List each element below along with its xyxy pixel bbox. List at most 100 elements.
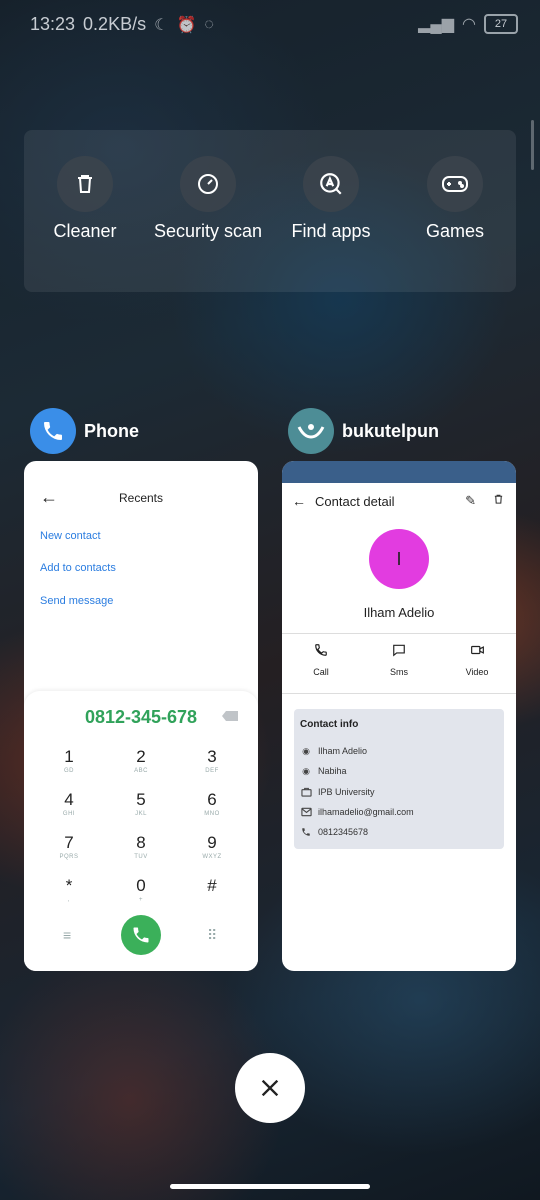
key-hash[interactable]: # — [182, 876, 242, 896]
status-bar: 13:23 0.2KB/s ☾ ⏰ ◌ ▂▄▆ ◠ 27 — [0, 0, 540, 50]
add-to-contacts-link[interactable]: Add to contacts — [40, 562, 116, 574]
new-contact-link[interactable]: New contact — [40, 530, 101, 542]
back-arrow-icon[interactable]: ← — [292, 493, 306, 509]
briefcase-icon — [300, 786, 312, 798]
divider — [282, 633, 516, 634]
email-icon — [300, 806, 312, 818]
phone-icon — [133, 927, 149, 943]
contact-header: ← Contact detail ✎ — [282, 483, 516, 523]
contact-app-name: bukutelpun — [342, 420, 439, 441]
home-indicator[interactable] — [170, 1184, 370, 1189]
key-letters: GD — [64, 768, 74, 774]
key-digit: 3 — [207, 747, 217, 766]
key-star[interactable]: *, — [39, 876, 99, 905]
scroll-indicator — [531, 120, 534, 170]
key-digit: 6 — [207, 790, 217, 809]
phone-app-card[interactable]: ← Recents New contact Add to contacts Se… — [24, 461, 258, 971]
contact-info-box: Contact info ◉ Ilham Adelio ◉ Nabiha IPB… — [294, 709, 504, 849]
key-letters: , — [67, 897, 71, 903]
video-icon — [447, 643, 507, 663]
trash-icon — [57, 156, 113, 212]
phone-app-header: Phone — [30, 408, 139, 454]
info-row: ◉ Ilham Adelio — [300, 745, 367, 757]
phone-app-name: Phone — [84, 420, 140, 441]
key-digit: 5 — [136, 790, 146, 809]
key-6[interactable]: 6 MNO — [182, 790, 242, 819]
key-digit: * — [65, 876, 73, 895]
person-icon: ◉ — [302, 765, 310, 776]
key-8[interactable]: 8 TUV — [111, 833, 171, 862]
dialpad: 0812-345-678 1 GD 2 ABC 3 DEF 4 GHI 5 JKL 6 MN… — [24, 691, 258, 971]
signal-icon: ▂▄▆ — [418, 16, 455, 33]
key-digit: 9 — [207, 833, 217, 852]
key-digit: 7 — [64, 833, 74, 852]
close-all-button[interactable] — [235, 1053, 305, 1123]
call-action-label: Call — [313, 667, 329, 677]
close-icon — [261, 1079, 279, 1097]
games-label: Games — [425, 221, 485, 241]
contact-info-title: Contact info — [300, 719, 359, 730]
phone-icon — [300, 826, 312, 838]
key-letters: + — [138, 897, 143, 903]
info-row: ilhamadelio@gmail.com — [300, 806, 414, 818]
info-row: 0812345678 — [300, 826, 368, 838]
contact-app-header: bukutelpun — [288, 408, 439, 454]
key-4[interactable]: 4 GHI — [39, 790, 99, 819]
sms-action-button[interactable]: Sms — [369, 643, 429, 677]
menu-icon[interactable]: ≡ — [63, 927, 71, 943]
delete-icon[interactable] — [493, 493, 504, 508]
key-1[interactable]: 1 GD — [39, 747, 99, 776]
key-letters: GHI — [62, 811, 76, 817]
key-0[interactable]: 0 + — [111, 876, 171, 905]
info-email[interactable]: ilhamadelio@gmail.com — [318, 807, 414, 817]
key-9[interactable]: 9 WXYZ — [182, 833, 242, 862]
recents-title: Recents — [118, 491, 164, 505]
security-scan-label: Security scan — [153, 221, 263, 241]
dial-number: 0812-345-678 — [84, 707, 198, 727]
key-digit: 0 — [136, 876, 146, 895]
key-digit: 8 — [136, 833, 146, 852]
wifi-icon: ◠ — [462, 16, 476, 33]
key-7[interactable]: 7 PQRS — [39, 833, 99, 862]
cleaner-label: Cleaner — [53, 221, 117, 241]
key-5[interactable]: 5 JKL — [111, 790, 171, 819]
key-letters: TUV — [134, 854, 148, 860]
status-time: 13:23 — [30, 14, 76, 34]
security-scan-button[interactable]: Security scan — [153, 156, 263, 242]
info-row: IPB University — [300, 786, 375, 798]
battery-icon: 27 — [484, 14, 518, 34]
find-apps-button[interactable]: Find apps — [276, 156, 386, 242]
send-message-link[interactable]: Send message — [40, 595, 113, 607]
dialpad-grid-icon[interactable]: ⠿ — [207, 927, 217, 944]
games-button[interactable]: Games — [400, 156, 510, 242]
contact-topbar — [282, 461, 516, 483]
key-letters: MNO — [204, 811, 220, 817]
call-action-button[interactable]: Call — [291, 643, 351, 677]
find-apps-label: Find apps — [291, 221, 371, 241]
person-icon: ◉ — [302, 745, 310, 756]
contact-name: Ilham Adelio — [363, 605, 435, 620]
video-action-button[interactable]: Video — [447, 643, 507, 677]
call-button[interactable] — [121, 915, 161, 955]
key-letters: WXYZ — [202, 854, 222, 860]
phone-app-icon — [30, 408, 76, 454]
key-2[interactable]: 2 ABC — [111, 747, 171, 776]
avatar: I — [369, 529, 429, 589]
info-organization: IPB University — [318, 787, 375, 797]
edit-icon[interactable]: ✎ — [465, 493, 476, 509]
info-phone[interactable]: 0812345678 — [318, 827, 368, 837]
recents-header: ← Recents — [24, 461, 258, 535]
moon-icon: ☾ — [154, 16, 169, 34]
security-gauge-icon — [180, 156, 236, 212]
whatsapp-icon: ◌ — [204, 15, 214, 33]
gamepad-icon — [427, 156, 483, 212]
video-action-label: Video — [465, 667, 489, 677]
contact-app-card[interactable]: ← Contact detail ✎ I Ilham Adelio Call S… — [282, 461, 516, 971]
key-3[interactable]: 3 DEF — [182, 747, 242, 776]
key-letters: PQRS — [59, 854, 79, 860]
contact-detail-title: Contact detail — [315, 494, 395, 509]
alarm-icon: ⏰ — [176, 16, 197, 34]
cleaner-button[interactable]: Cleaner — [30, 156, 140, 242]
key-letters: DEF — [205, 768, 219, 774]
divider — [282, 693, 516, 694]
